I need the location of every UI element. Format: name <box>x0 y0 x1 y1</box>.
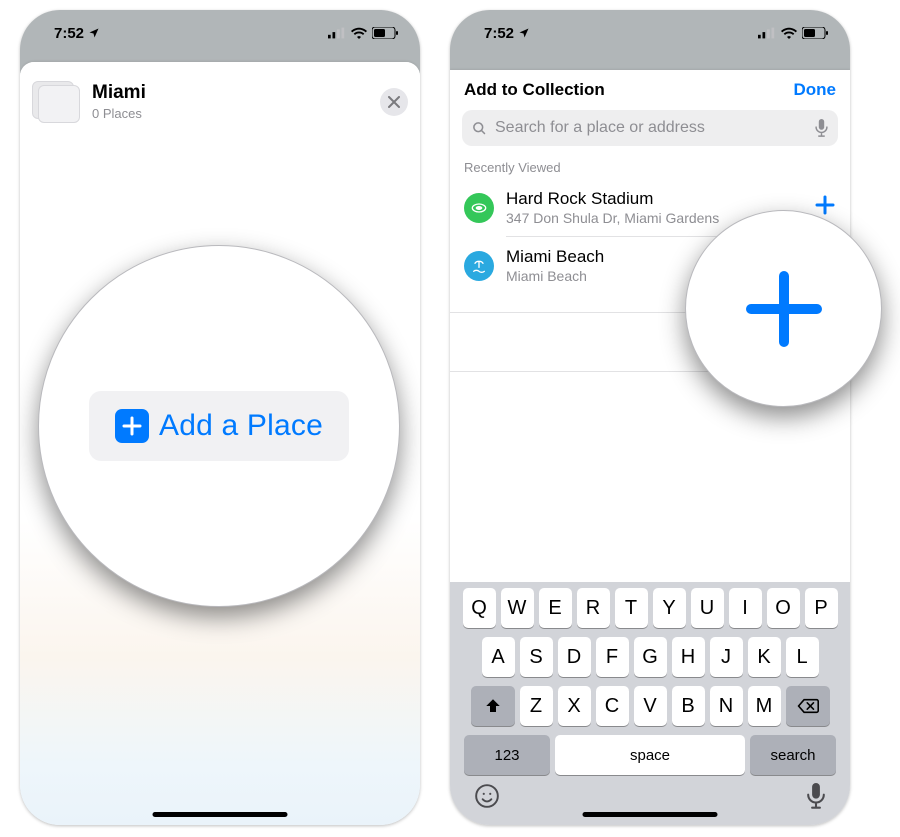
key-r[interactable]: R <box>577 588 610 628</box>
keyboard-row-4: 123 space search <box>454 735 846 775</box>
close-button[interactable] <box>380 88 408 116</box>
backspace-icon <box>797 698 819 714</box>
key-n[interactable]: N <box>710 686 743 726</box>
key-backspace[interactable] <box>786 686 830 726</box>
shift-icon <box>484 697 502 715</box>
plus-icon <box>115 409 149 443</box>
phone-right: 7:52 Add to Collection Done Recently Vie… <box>450 10 850 825</box>
phone-left: 7:52 Miami 0 Places <box>20 10 420 825</box>
keyboard-row-2: A S D F G H J K L <box>454 637 846 677</box>
key-m[interactable]: M <box>748 686 781 726</box>
wifi-icon <box>351 27 367 39</box>
battery-icon <box>372 27 398 39</box>
plus-icon <box>814 194 836 216</box>
keyboard-row-1: Q W E R T Y U I O P <box>454 588 846 628</box>
key-o[interactable]: O <box>767 588 800 628</box>
list-item-title: Hard Rock Stadium <box>506 189 802 209</box>
collection-thumb <box>32 81 82 123</box>
key-v[interactable]: V <box>634 686 667 726</box>
key-g[interactable]: G <box>634 637 667 677</box>
collection-subtitle: 0 Places <box>92 106 146 121</box>
key-x[interactable]: X <box>558 686 591 726</box>
key-q[interactable]: Q <box>463 588 496 628</box>
key-f[interactable]: F <box>596 637 629 677</box>
keyboard-row-3: Z X C V B N M <box>454 686 846 726</box>
callout-add-place: Add a Place <box>38 245 400 607</box>
key-s[interactable]: S <box>520 637 553 677</box>
status-time: 7:52 <box>54 25 84 42</box>
cellular-icon <box>328 27 346 39</box>
cellular-icon <box>758 27 776 39</box>
key-u[interactable]: U <box>691 588 724 628</box>
dictation-icon[interactable] <box>806 783 826 809</box>
done-button[interactable]: Done <box>794 80 837 100</box>
key-d[interactable]: D <box>558 637 591 677</box>
home-indicator[interactable] <box>153 812 288 817</box>
key-y[interactable]: Y <box>653 588 686 628</box>
status-bar: 7:52 <box>450 10 850 54</box>
stadium-icon <box>464 193 494 223</box>
dictation-icon[interactable] <box>815 119 828 137</box>
keyboard[interactable]: Q W E R T Y U I O P A S D F G H <box>450 582 850 825</box>
key-numbers[interactable]: 123 <box>464 735 550 775</box>
key-h[interactable]: H <box>672 637 705 677</box>
beach-icon <box>464 251 494 281</box>
key-e[interactable]: E <box>539 588 572 628</box>
callout-plus <box>685 210 882 407</box>
key-p[interactable]: P <box>805 588 838 628</box>
key-z[interactable]: Z <box>520 686 553 726</box>
collection-title: Miami <box>92 83 146 104</box>
key-space[interactable]: space <box>555 735 745 775</box>
battery-icon <box>802 27 828 39</box>
key-i[interactable]: I <box>729 588 762 628</box>
section-header-recent: Recently Viewed <box>450 152 850 179</box>
home-indicator[interactable] <box>583 812 718 817</box>
key-b[interactable]: B <box>672 686 705 726</box>
status-time: 7:52 <box>484 25 514 42</box>
wifi-icon <box>781 27 797 39</box>
add-place-button[interactable]: Add a Place <box>89 391 349 461</box>
key-a[interactable]: A <box>482 637 515 677</box>
key-c[interactable]: C <box>596 686 629 726</box>
location-icon <box>518 27 530 39</box>
search-field[interactable] <box>462 110 838 146</box>
close-icon <box>388 96 400 108</box>
key-k[interactable]: K <box>748 637 781 677</box>
sheet-title: Add to Collection <box>464 80 605 100</box>
key-l[interactable]: L <box>786 637 819 677</box>
key-t[interactable]: T <box>615 588 648 628</box>
key-j[interactable]: J <box>710 637 743 677</box>
add-place-label: Add a Place <box>159 409 323 443</box>
search-input[interactable] <box>493 118 809 138</box>
key-shift[interactable] <box>471 686 515 726</box>
plus-icon <box>739 264 829 354</box>
status-bar: 7:52 <box>20 10 420 54</box>
add-to-collection-sheet: Add to Collection Done Recently Viewed H… <box>450 70 850 825</box>
key-search[interactable]: search <box>750 735 836 775</box>
emoji-icon[interactable] <box>474 783 500 809</box>
key-w[interactable]: W <box>501 588 534 628</box>
location-icon <box>88 27 100 39</box>
search-icon <box>472 121 487 136</box>
